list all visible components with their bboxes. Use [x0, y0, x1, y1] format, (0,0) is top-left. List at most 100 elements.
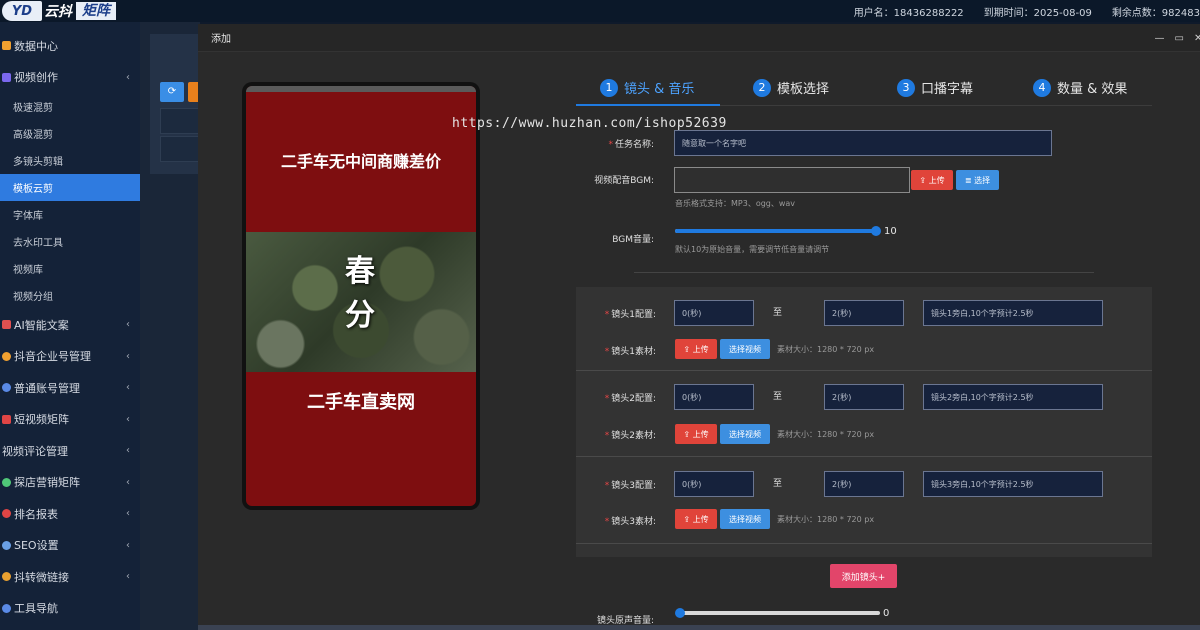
- shot-2-start-input[interactable]: 0(秒): [674, 384, 754, 410]
- to-text: 至: [773, 392, 783, 402]
- shot-1-end-input[interactable]: 2(秒): [824, 300, 904, 326]
- sidebar-item-seo-settings[interactable]: SEO设置 ‹: [0, 530, 140, 562]
- username-text: 用户名：18436288222: [853, 7, 964, 19]
- sidebar-subitem-font-library[interactable]: 字体库: [0, 201, 140, 228]
- sidebar-item-label: 视频评论管理: [2, 444, 68, 458]
- shot-1-start-input[interactable]: 0(秒): [674, 300, 754, 326]
- task-name-input[interactable]: 随意取一个名字吧: [674, 130, 1052, 156]
- shot-3-upload-button[interactable]: ⇪ 上传: [675, 509, 717, 529]
- sidebar-item-label: 抖音企业号管理: [14, 350, 91, 364]
- phone-preview: 二手车无中间商赚差价 春 分 二手车直卖网: [242, 82, 480, 510]
- shot-3-end-input[interactable]: 2(秒): [824, 471, 904, 497]
- top-bar: YD 云抖 矩阵 用户名：18436288222 到期时间：2025-08-09…: [0, 0, 1200, 22]
- add-modal: 添加 — ▭ ✕ 二手车无中间商赚差价 春 分 二手车直卖网 1 镜头 & 音乐: [198, 24, 1200, 630]
- sidebar-subitem-video-library[interactable]: 视频库: [0, 255, 140, 282]
- preview-title-top: 二手车无中间商赚差价: [280, 152, 441, 171]
- chevron-left-icon: ‹: [126, 350, 130, 362]
- shot-2-end-input[interactable]: 2(秒): [824, 384, 904, 410]
- shot-3-config-label: * 镜头3配置:: [604, 481, 656, 491]
- shot-1-size-hint: 素材大小：1280 * 720 px: [777, 345, 875, 354]
- tab-step-4[interactable]: 4 数量 & 效果: [1033, 78, 1127, 97]
- table-row: [160, 108, 200, 134]
- sidebar-item-video-creation[interactable]: 视频创作 ‹: [0, 62, 140, 94]
- refresh-icon: ⟳: [167, 86, 177, 97]
- sidebar-item-label: 探店营销矩阵: [14, 476, 80, 490]
- sidebar-subitem-fast-mix[interactable]: 极速混剪: [0, 93, 140, 120]
- sidebar-item-normal-accounts[interactable]: 普通账号管理 ‹: [0, 372, 140, 404]
- shot-2-narration-input[interactable]: 镜头2旁白,10个字预计2.5秒: [923, 384, 1103, 410]
- step-label: 数量 & 效果: [1057, 82, 1128, 97]
- bgm-volume-hint: 默认10为原始音量，需要调节低音量请调节: [675, 245, 830, 254]
- bgm-upload-button[interactable]: ⇪ 上传: [911, 170, 953, 190]
- sidebar: 数据中心 视频创作 ‹ 极速混剪 高级混剪 多镜头剪辑 模板云剪 字体库 去水印…: [0, 22, 140, 630]
- app-logo[interactable]: YD 云抖 矩阵: [0, 0, 116, 22]
- preview-screen: 二手车无中间商赚差价 春 分 二手车直卖网: [246, 86, 476, 506]
- sidebar-subitem-video-group[interactable]: 视频分组: [0, 282, 140, 309]
- upload-icon: ⇪: [919, 175, 929, 185]
- shot-3-start-input[interactable]: 0(秒): [674, 471, 754, 497]
- step-number: 3: [897, 78, 915, 97]
- sidebar-item-ranking-report[interactable]: 排名报表 ‹: [0, 498, 140, 530]
- slider-handle[interactable]: [675, 608, 685, 618]
- step-number: 4: [1033, 78, 1051, 97]
- sidebar-item-label: SEO设置: [14, 539, 59, 553]
- sidebar-item-tool-navigation[interactable]: 工具导航: [0, 593, 140, 625]
- data-center-icon: [2, 41, 11, 51]
- sidebar-item-comment-management[interactable]: 视频评论管理 ‹: [0, 435, 140, 467]
- sidebar-item-short-video-matrix[interactable]: 短视频矩阵 ‹: [0, 404, 140, 436]
- minimize-icon[interactable]: —: [1155, 33, 1165, 44]
- sidebar-item-store-marketing[interactable]: 探店营销矩阵 ‹: [0, 467, 140, 499]
- add-shot-button[interactable]: 添加镜头+: [830, 564, 897, 588]
- sidebar-item-label: 排名报表: [14, 507, 58, 521]
- tab-step-3[interactable]: 3 口播字幕: [897, 78, 973, 97]
- original-volume-slider[interactable]: [675, 608, 880, 618]
- sidebar-subitem-template-cloud[interactable]: 模板云剪: [0, 174, 140, 201]
- to-text: 至: [773, 479, 783, 489]
- bgm-file-input[interactable]: [674, 167, 910, 193]
- sidebar-item-label: 短视频矩阵: [14, 413, 69, 427]
- chevron-left-icon: ‹: [126, 319, 130, 331]
- tab-step-1[interactable]: 1 镜头 & 音乐: [600, 78, 694, 97]
- sidebar-item-douyin-wechat-link[interactable]: 抖转微链接 ‹: [0, 561, 140, 593]
- watermark-text: https://www.huzhan.com/ishop52639: [452, 116, 727, 131]
- sidebar-subitem-multi-shot[interactable]: 多镜头剪辑: [0, 147, 140, 174]
- slider-handle[interactable]: [871, 226, 881, 236]
- bgm-volume-slider[interactable]: [675, 226, 881, 236]
- shot-2-upload-button[interactable]: ⇪ 上传: [675, 424, 717, 444]
- shot-1-select-video-button[interactable]: 选择视频: [720, 339, 770, 359]
- store-icon: [2, 477, 11, 487]
- link-icon: [2, 572, 11, 582]
- tools-icon: [2, 603, 11, 613]
- sidebar-item-douyin-enterprise[interactable]: 抖音企业号管理 ‹: [0, 341, 140, 373]
- sidebar-item-label: AI智能文案: [14, 318, 69, 332]
- step-number: 1: [600, 78, 618, 97]
- shot-1-config-label: * 镜头1配置:: [604, 310, 656, 320]
- preview-image: 春 分: [246, 232, 476, 372]
- step-number: 2: [753, 78, 771, 97]
- shot-3-select-video-button[interactable]: 选择视频: [720, 509, 770, 529]
- shot-2-select-video-button[interactable]: 选择视频: [720, 424, 770, 444]
- sidebar-item-ai-copy[interactable]: AI智能文案 ‹: [0, 309, 140, 341]
- table-row: [160, 136, 200, 162]
- shot-3-narration-input[interactable]: 镜头3旁白,10个字预计2.5秒: [923, 471, 1103, 497]
- bgm-select-button[interactable]: ≣ 选择: [956, 170, 999, 190]
- shot-3-size-hint: 素材大小：1280 * 720 px: [777, 515, 875, 524]
- shot-1-narration-input[interactable]: 镜头1旁白,10个字预计2.5秒: [923, 300, 1103, 326]
- upload-icon: ⇪: [683, 429, 693, 439]
- sidebar-subitem-advanced-mix[interactable]: 高级混剪: [0, 120, 140, 147]
- sidebar-subitem-watermark-tool[interactable]: 去水印工具: [0, 228, 140, 255]
- shot-2-material-label: * 镜头2素材:: [604, 431, 656, 441]
- original-volume-value: 0: [883, 608, 890, 619]
- tab-step-2[interactable]: 2 模板选择: [753, 78, 829, 97]
- sidebar-item-data-center[interactable]: 数据中心: [0, 30, 140, 62]
- close-icon[interactable]: ✕: [1194, 33, 1200, 44]
- refresh-button[interactable]: ⟳: [160, 82, 184, 102]
- maximize-icon[interactable]: ▭: [1175, 33, 1184, 44]
- shot-1-material-label: * 镜头1素材:: [604, 347, 656, 357]
- bottom-scrollbar[interactable]: [198, 625, 1200, 630]
- sidebar-item-label: 视频创作: [14, 71, 58, 85]
- shots-panel: * 镜头1配置: 0(秒) 至 2(秒) 镜头1旁白,10个字预计2.5秒 * 镜头…: [576, 287, 1152, 557]
- step-label: 口播字幕: [921, 82, 974, 97]
- bgm-format-hint: 音乐格式支持：MP3、ogg、wav: [675, 199, 796, 208]
- shot-1-upload-button[interactable]: ⇪ 上传: [675, 339, 717, 359]
